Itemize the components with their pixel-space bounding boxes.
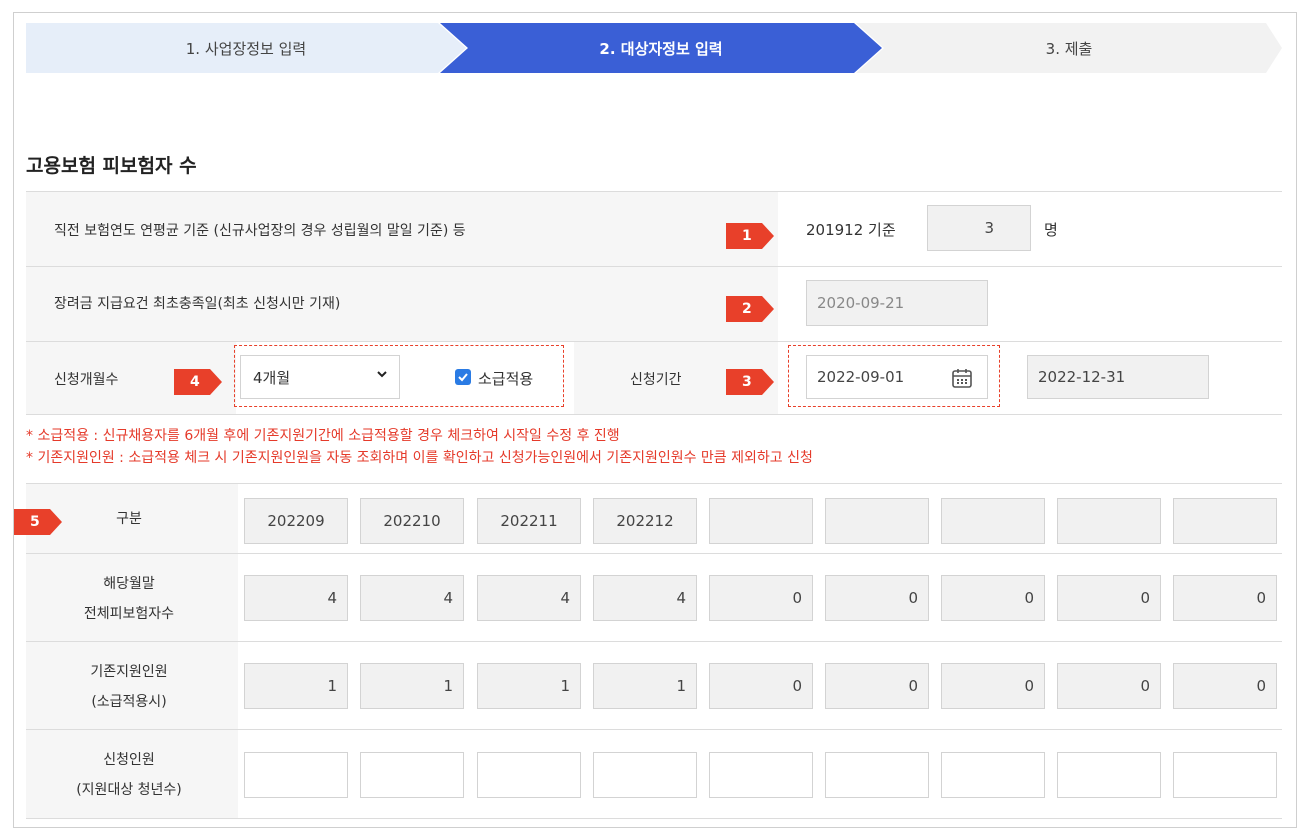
divider (26, 818, 1282, 819)
step-1[interactable]: 1. 사업장정보 입력 (26, 23, 466, 73)
step-2-active[interactable]: 2. 대상자정보 입력 (440, 23, 882, 73)
totals-label-1: 해당월말 (103, 576, 155, 592)
existing-label-2: (소급적용시) (91, 694, 167, 710)
period-start-field[interactable]: 2022-09-01 (806, 355, 988, 399)
month-cell[interactable]: 202212 (593, 498, 697, 544)
divider (26, 553, 1282, 554)
existing-support-cell[interactable]: 1 (360, 663, 464, 709)
existing-label-1: 기존지원인원 (90, 664, 168, 680)
form-frame: 1. 사업장정보 입력 2. 대상자정보 입력 3. 제출 고용보험 피보험자 … (13, 12, 1297, 828)
month-cell[interactable] (825, 498, 929, 544)
total-insured-cell[interactable]: 4 (360, 575, 464, 621)
total-insured-cell[interactable]: 0 (825, 575, 929, 621)
period-label: 신청기간 (630, 372, 682, 388)
total-insured-cell[interactable]: 4 (477, 575, 581, 621)
month-cell[interactable]: 202210 (360, 498, 464, 544)
note-existing: * 기존지원인원 : 소급적용 체크 시 기존지원인원을 자동 조회하며 이를 … (26, 450, 813, 466)
first-eligibility-date-field[interactable]: 2020-09-21 (806, 280, 988, 326)
apply-count-input[interactable] (477, 752, 581, 798)
base-year-text: 201912 기준 (806, 221, 896, 239)
total-insured-cell[interactable]: 4 (593, 575, 697, 621)
row2-label: 장려금 지급요건 최초충족일(최초 신청시만 기재) (54, 296, 341, 312)
month-cell[interactable]: 202211 (477, 498, 581, 544)
note-retro: * 소급적용 : 신규채용자를 6개월 후에 기존지원기간에 소급적용할 경우 … (26, 428, 620, 444)
existing-support-cell[interactable]: 0 (1057, 663, 1161, 709)
apply-count-input[interactable] (825, 752, 929, 798)
step-1-label: 1. 사업장정보 입력 (185, 39, 307, 58)
apply-count-input[interactable] (244, 752, 348, 798)
apply-label-1: 신청인원 (103, 752, 155, 768)
retro-label: 소급적용 (478, 370, 534, 388)
insured-count-field[interactable]: 3 (927, 205, 1031, 251)
total-insured-cell[interactable]: 0 (1057, 575, 1161, 621)
month-cell[interactable]: 202209 (244, 498, 348, 544)
section-title: 고용보험 피보험자 수 (26, 155, 197, 177)
apply-count-input[interactable] (360, 752, 464, 798)
chevron-down-icon (377, 371, 387, 378)
apply-label-2: (지원대상 청년수) (76, 782, 182, 798)
months-select-value: 4개월 (253, 368, 291, 387)
month-cell[interactable] (1173, 498, 1277, 544)
apply-count-input[interactable] (709, 752, 813, 798)
apply-count-input[interactable] (941, 752, 1045, 798)
calendar-icon[interactable] (951, 367, 973, 389)
total-insured-cell[interactable]: 0 (941, 575, 1045, 621)
step-indicator: 1. 사업장정보 입력 2. 대상자정보 입력 3. 제출 (26, 23, 1282, 73)
divider (26, 414, 1282, 415)
months-select[interactable]: 4개월 (240, 355, 400, 399)
months-label: 신청개월수 (54, 372, 119, 388)
unit-text: 명 (1044, 221, 1058, 239)
month-cell[interactable] (1057, 498, 1161, 544)
apply-count-input[interactable] (1057, 752, 1161, 798)
existing-support-cell[interactable]: 1 (477, 663, 581, 709)
month-cell[interactable] (941, 498, 1045, 544)
divider (26, 729, 1282, 730)
check-icon (458, 373, 468, 382)
row1-label: 직전 보험연도 연평균 기준 (신규사업장의 경우 성립월의 말일 기준) 등 (54, 223, 466, 239)
existing-support-cell[interactable]: 0 (825, 663, 929, 709)
existing-support-cell[interactable]: 0 (1173, 663, 1277, 709)
apply-count-input[interactable] (593, 752, 697, 798)
period-end-field[interactable]: 2022-12-31 (1027, 355, 1209, 399)
total-insured-cell[interactable]: 0 (709, 575, 813, 621)
period-start-value: 2022-09-01 (817, 368, 905, 386)
step-2-label: 2. 대상자정보 입력 (599, 39, 723, 58)
existing-support-cell[interactable]: 0 (941, 663, 1045, 709)
totals-label-2: 전체피보험자수 (83, 606, 175, 622)
apply-count-input[interactable] (1173, 752, 1277, 798)
month-cell[interactable] (709, 498, 813, 544)
existing-support-cell[interactable]: 0 (709, 663, 813, 709)
retro-checkbox[interactable] (455, 369, 471, 385)
existing-support-cell[interactable]: 1 (244, 663, 348, 709)
total-insured-cell[interactable]: 4 (244, 575, 348, 621)
grid-header-label: 구분 (116, 511, 142, 527)
step-3-label: 3. 제출 (1045, 39, 1093, 58)
existing-support-cell[interactable]: 1 (593, 663, 697, 709)
total-insured-cell[interactable]: 0 (1173, 575, 1277, 621)
step-3[interactable]: 3. 제출 (856, 23, 1282, 73)
divider (26, 641, 1282, 642)
